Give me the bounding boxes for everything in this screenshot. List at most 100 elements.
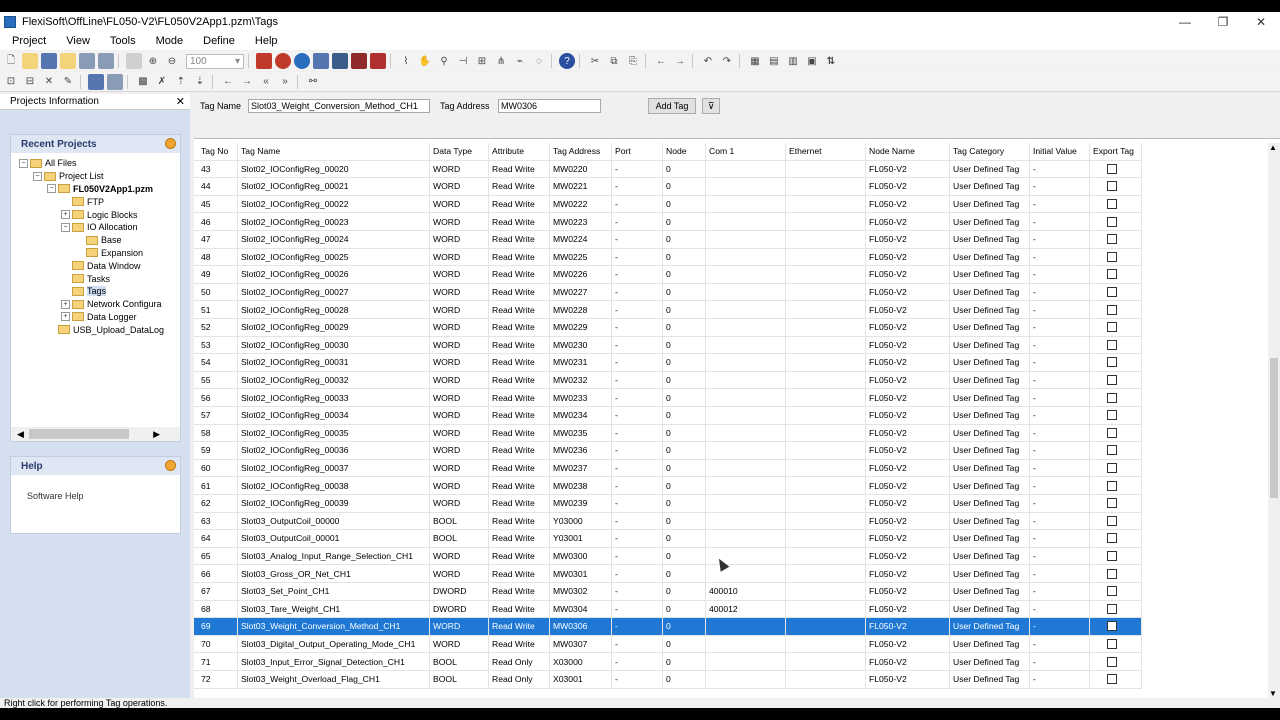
plc-icon[interactable] — [351, 53, 367, 69]
menu-tools[interactable]: Tools — [98, 35, 144, 47]
network-icon[interactable] — [332, 53, 348, 69]
table-row[interactable]: 61 Slot02_IOConfigReg_00038 WORD Read Write… — [194, 477, 1142, 495]
export-tag-checkbox[interactable] — [1107, 621, 1117, 632]
collapse-icon[interactable]: − — [47, 184, 56, 194]
table-row[interactable]: 51 Slot02_IOConfigReg_00028 WORD Read Write… — [194, 301, 1142, 319]
panel-close-icon[interactable]: ✕ — [176, 95, 185, 108]
scroll-left-icon[interactable]: ◀ — [17, 429, 24, 440]
export-tag-checkbox[interactable] — [1107, 181, 1117, 192]
tree-node[interactable]: − IO Allocation — [11, 221, 180, 234]
table-row[interactable]: 44 Slot02_IOConfigReg_00021 WORD Read Write… — [194, 178, 1142, 196]
stop-icon[interactable] — [370, 53, 386, 69]
menu-mode[interactable]: Mode — [144, 35, 192, 47]
table-view-icon[interactable]: ▤ — [766, 53, 782, 69]
expand-icon[interactable]: + — [61, 210, 70, 220]
tag-name-input[interactable]: Slot03_Weight_Conversion_Method_CH1 — [248, 99, 430, 113]
column-header-node[interactable]: Node — [663, 143, 706, 160]
upload-icon[interactable] — [275, 53, 291, 69]
crossref-icon[interactable]: ✗ — [154, 74, 170, 90]
table-row[interactable]: 69 Slot03_Weight_Conversion_Method_CH1 WOR… — [194, 618, 1142, 636]
new-file-icon[interactable]: 🗋 — [3, 53, 19, 69]
tree-node[interactable]: + Logic Blocks — [11, 208, 180, 221]
tree-node[interactable]: Base — [11, 234, 180, 247]
collapse-icon[interactable]: − — [61, 222, 70, 232]
table-row[interactable]: 67 Slot03_Set_Point_CH1 DWORD Read Write MW0… — [194, 583, 1142, 601]
tree-node[interactable]: + Data Logger — [11, 311, 180, 324]
list-view-icon[interactable]: ▥ — [785, 53, 801, 69]
table-row[interactable]: 66 Slot03_Gross_OR_Net_CH1 WORD Read Write M… — [194, 565, 1142, 583]
zoom-select[interactable]: 100 ▾ — [186, 53, 244, 69]
zoom-in-icon[interactable]: ⊕ — [145, 53, 161, 69]
find-icon[interactable]: ◌ — [531, 53, 547, 69]
export-tag-checkbox[interactable] — [1107, 304, 1117, 315]
first-icon[interactable]: « — [258, 74, 274, 90]
tree-node[interactable]: + Network Configura — [11, 298, 180, 311]
export-tag-checkbox[interactable] — [1107, 551, 1117, 562]
tree-horizontal-scrollbar[interactable]: ◀ ▶ — [11, 427, 180, 441]
table-row[interactable]: 71 Slot03_Input_Error_Signal_Detection_CH… — [194, 653, 1142, 671]
move-up-icon[interactable]: ⇡ — [173, 74, 189, 90]
scroll-right-icon[interactable]: ▶ — [153, 429, 160, 440]
tree-node[interactable]: Tags — [11, 285, 180, 298]
table-row[interactable]: 60 Slot02_IOConfigReg_00037 WORD Read Write… — [194, 459, 1142, 478]
scroll-thumb[interactable] — [29, 429, 129, 439]
export-tag-checkbox[interactable] — [1107, 251, 1117, 262]
download-icon[interactable] — [256, 53, 272, 69]
edit-icon[interactable]: ✎ — [60, 74, 76, 90]
build-icon[interactable]: ⊡ — [3, 74, 19, 90]
wire-icon[interactable]: ⌁ — [512, 53, 528, 69]
menu-define[interactable]: Define — [191, 35, 243, 47]
contact-icon[interactable]: ⊣ — [455, 53, 471, 69]
export-tag-checkbox[interactable] — [1107, 639, 1117, 650]
table-row[interactable]: 53 Slot02_IOConfigReg_00030 WORD Read Write… — [194, 336, 1142, 355]
forward-arrow-icon[interactable]: → — [672, 53, 688, 69]
column-header-tag-name[interactable]: Tag Name — [238, 143, 430, 160]
open-folder-icon[interactable] — [22, 53, 38, 69]
add-tag-button[interactable]: Add Tag — [648, 98, 696, 114]
binoculars-icon[interactable]: ⚯ — [305, 74, 321, 90]
table-row[interactable]: 55 Slot02_IOConfigReg_00032 WORD Read Write… — [194, 371, 1142, 390]
column-header-tag-category[interactable]: Tag Category — [950, 143, 1030, 160]
database-icon[interactable] — [107, 73, 123, 90]
print-icon[interactable] — [79, 53, 95, 69]
export-tag-checkbox[interactable] — [1107, 586, 1117, 597]
table-row[interactable]: 65 Slot03_Analog_Input_Range_Selection_CH… — [194, 547, 1142, 566]
zoom-out-icon[interactable]: ⊖ — [164, 53, 180, 69]
export-tag-checkbox[interactable] — [1107, 392, 1117, 403]
table-row[interactable]: 62 Slot02_IOConfigReg_00039 WORD Read Write… — [194, 495, 1142, 513]
cut-icon[interactable]: ✂ — [587, 53, 603, 69]
export-tag-checkbox[interactable] — [1107, 163, 1117, 174]
export-tag-checkbox[interactable] — [1107, 199, 1117, 210]
menu-view[interactable]: View — [54, 35, 98, 47]
tree-node[interactable]: Data Window — [11, 259, 180, 272]
column-header-export-tag[interactable]: Export Tag — [1090, 143, 1142, 160]
column-header-data-type[interactable]: Data Type — [430, 143, 489, 160]
export-tag-checkbox[interactable] — [1107, 533, 1117, 544]
export-tag-checkbox[interactable] — [1107, 445, 1117, 456]
export-tag-checkbox[interactable] — [1107, 674, 1117, 685]
collapse-icon[interactable]: − — [33, 171, 42, 181]
maximize-button[interactable]: ❐ — [1204, 12, 1242, 32]
vertical-scroll-thumb[interactable] — [1270, 358, 1278, 498]
menu-project[interactable]: Project — [0, 35, 54, 47]
scroll-up-icon[interactable]: ▲ — [1269, 143, 1277, 152]
properties-icon[interactable] — [126, 53, 142, 69]
ladder-block-icon[interactable]: ▩ — [135, 74, 151, 90]
export-tag-checkbox[interactable] — [1107, 463, 1117, 474]
paste-icon[interactable]: ⎘ — [625, 53, 641, 69]
undo-icon[interactable]: ↶ — [700, 53, 716, 69]
block-icon[interactable]: ⊞ — [474, 53, 490, 69]
table-row[interactable]: 43 Slot02_IOConfigReg_00020 WORD Read Write… — [194, 160, 1142, 179]
collapse-pane-icon[interactable] — [165, 138, 176, 149]
scroll-down-icon[interactable]: ▼ — [1269, 689, 1277, 698]
tree-node[interactable]: FTP — [11, 195, 180, 208]
filter-icon[interactable]: ⊽ — [702, 98, 720, 114]
next-icon[interactable]: → — [239, 74, 255, 90]
export-tag-checkbox[interactable] — [1107, 234, 1117, 245]
sort-icon[interactable]: ⇅ — [823, 53, 839, 69]
minimize-button[interactable]: — — [1166, 12, 1204, 32]
column-header-tag-address[interactable]: Tag Address — [550, 143, 612, 160]
tree-node[interactable]: USB_Upload_DataLog — [11, 323, 180, 336]
export-tag-checkbox[interactable] — [1107, 375, 1117, 386]
column-header-node-name[interactable]: Node Name — [866, 143, 950, 160]
